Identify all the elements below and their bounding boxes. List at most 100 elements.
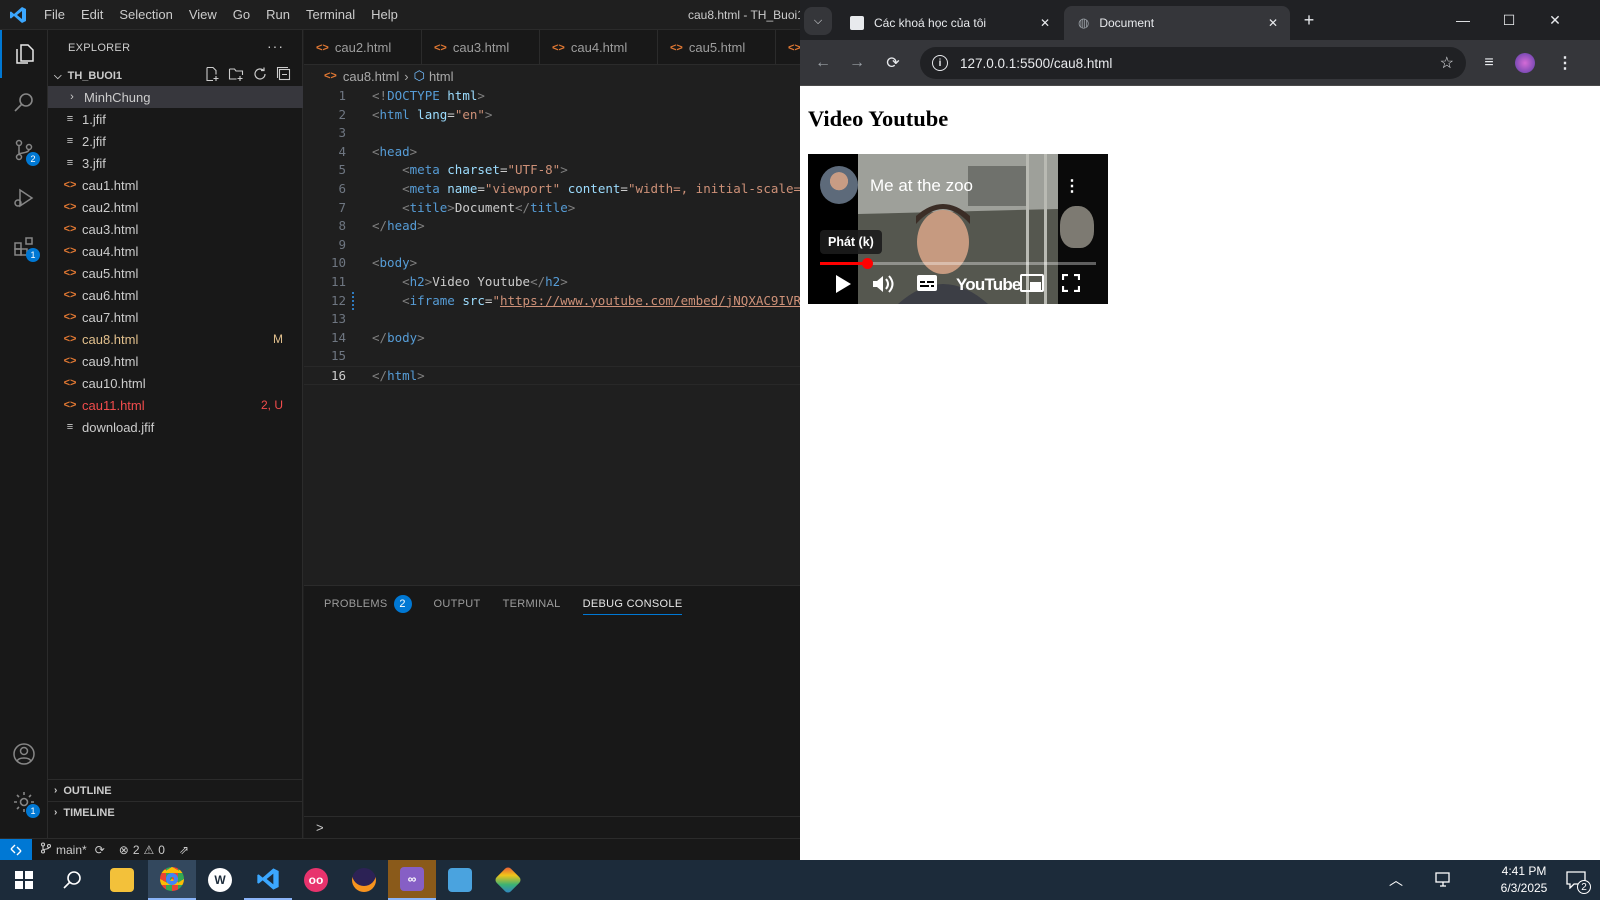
- tab-output[interactable]: OUTPUT: [434, 586, 481, 621]
- maximize-icon[interactable]: ☐: [1486, 0, 1532, 40]
- manage-gear-icon[interactable]: 1: [0, 778, 48, 826]
- timeline-section[interactable]: › TIMELINE: [48, 801, 303, 823]
- source-control-activity-icon[interactable]: 2: [0, 126, 48, 174]
- sync-icon[interactable]: ⟳: [95, 843, 105, 857]
- tab-search-chevron-icon[interactable]: ⌵: [804, 7, 832, 35]
- eclipse-icon[interactable]: [340, 860, 388, 900]
- video-title[interactable]: Me at the zoo: [870, 176, 973, 196]
- breadcrumb-file[interactable]: cau8.html: [343, 69, 399, 84]
- miniplayer-icon[interactable]: [1020, 274, 1044, 297]
- chrome-taskbar-icon[interactable]: [148, 860, 196, 900]
- more-actions-icon[interactable]: ···: [267, 38, 284, 54]
- new-tab-plus-icon[interactable]: +: [1296, 7, 1322, 33]
- close-tab-icon[interactable]: ✕: [1268, 16, 1278, 30]
- profile-avatar[interactable]: [1512, 50, 1538, 76]
- reload-icon[interactable]: ⟳: [880, 50, 906, 76]
- tree-file[interactable]: ≡ 1.jfif: [48, 108, 303, 130]
- tab-cau2[interactable]: <> cau2.html: [304, 30, 422, 64]
- network-icon[interactable]: [1420, 860, 1468, 900]
- fullscreen-icon[interactable]: [1061, 273, 1081, 297]
- menu-go[interactable]: Go: [225, 0, 258, 30]
- youtube-embed[interactable]: Me at the zoo ⋮ Phát (k) YouTube: [808, 154, 1108, 304]
- refresh-icon[interactable]: [252, 66, 268, 85]
- forward-arrow-icon[interactable]: →: [844, 50, 870, 76]
- video-more-icon[interactable]: ⋮: [1064, 176, 1080, 196]
- media-control-icon[interactable]: ≡: [1476, 50, 1502, 76]
- tree-file[interactable]: <> cau6.html: [48, 284, 303, 306]
- tree-file[interactable]: <> cau7.html: [48, 306, 303, 328]
- accounts-icon[interactable]: [0, 730, 48, 778]
- app-oo-icon[interactable]: oo: [292, 860, 340, 900]
- tree-file[interactable]: <> cau1.html: [48, 174, 303, 196]
- vscode-taskbar-icon[interactable]: [244, 860, 292, 900]
- tree-file[interactable]: <> cau5.html: [48, 262, 303, 284]
- notification-center-icon[interactable]: 2: [1552, 860, 1600, 900]
- collapse-all-icon[interactable]: [276, 66, 292, 85]
- new-folder-icon[interactable]: [228, 66, 244, 85]
- tree-folder[interactable]: › MinhChung: [48, 86, 303, 108]
- menu-run[interactable]: Run: [258, 0, 298, 30]
- menu-terminal[interactable]: Terminal: [298, 0, 363, 30]
- menu-selection[interactable]: Selection: [111, 0, 180, 30]
- tree-file[interactable]: <> cau2.html: [48, 196, 303, 218]
- new-file-icon[interactable]: [204, 66, 220, 85]
- extensions-activity-icon[interactable]: 1: [0, 222, 48, 270]
- chrome-tab-courses[interactable]: Các khoá học của tôi ✕: [836, 6, 1062, 40]
- tab-problems[interactable]: PROBLEMS 2: [324, 586, 412, 621]
- tab-terminal[interactable]: TERMINAL: [503, 586, 561, 621]
- tree-file[interactable]: ≡ 3.jfif: [48, 152, 303, 174]
- close-window-icon[interactable]: ✕: [1532, 0, 1578, 40]
- chrome-tab-document[interactable]: ◍ Document ✕: [1064, 6, 1290, 40]
- windows-start-icon[interactable]: [0, 860, 48, 900]
- minimize-icon[interactable]: —: [1440, 0, 1486, 40]
- site-info-icon[interactable]: i: [932, 55, 948, 71]
- tab-overflow[interactable]: <>cau: [776, 30, 800, 64]
- menu-edit[interactable]: Edit: [73, 0, 111, 30]
- app-w-icon[interactable]: W: [196, 860, 244, 900]
- code-editor[interactable]: 1 <!DOCTYPE html> 2 <html lang="en"> 3 4 <h…: [304, 87, 839, 385]
- close-tab-icon[interactable]: ✕: [1040, 16, 1050, 30]
- video-progress-track[interactable]: [820, 258, 1096, 269]
- tab-debug-console[interactable]: DEBUG CONSOLE: [582, 586, 683, 621]
- play-icon[interactable]: [834, 274, 852, 299]
- channel-avatar[interactable]: [820, 166, 858, 204]
- menu-help[interactable]: Help: [363, 0, 406, 30]
- tree-file[interactable]: ≡ 2.jfif: [48, 130, 303, 152]
- breadcrumb-symbol[interactable]: html: [429, 69, 454, 84]
- tree-file[interactable]: <> cau9.html: [48, 350, 303, 372]
- tree-file[interactable]: <> cau10.html: [48, 372, 303, 394]
- search-activity-icon[interactable]: [0, 78, 48, 126]
- remote-indicator-icon[interactable]: [0, 838, 32, 861]
- problems-status[interactable]: ⊗ 2 ⚠ 0: [119, 843, 165, 857]
- chrome-menu-kebab-icon[interactable]: ⋮: [1552, 50, 1578, 76]
- notepad-icon[interactable]: [436, 860, 484, 900]
- tree-file[interactable]: <> cau3.html: [48, 218, 303, 240]
- tab-cau3[interactable]: <> cau3.html: [422, 30, 540, 64]
- git-tool-icon[interactable]: [484, 860, 532, 900]
- tab-cau5[interactable]: <> cau5.html: [658, 30, 776, 64]
- tree-file[interactable]: ≡ download.jfif: [48, 416, 303, 438]
- tree-file[interactable]: <> cau11.html 2, U: [48, 394, 303, 416]
- visual-studio-icon[interactable]: ∞: [388, 860, 436, 900]
- bookmark-star-icon[interactable]: ☆: [1440, 53, 1454, 73]
- code-link[interactable]: https://www.youtube.com/embed/jNQXAC9IVR…: [500, 293, 809, 308]
- address-bar[interactable]: i 127.0.0.1:5500/cau8.html ☆: [920, 47, 1466, 79]
- show-hidden-icons-chevron-icon[interactable]: ︿: [1372, 860, 1420, 900]
- back-arrow-icon[interactable]: ←: [810, 50, 836, 76]
- file-explorer-icon[interactable]: [98, 860, 146, 900]
- branch-status[interactable]: main* ⟳: [40, 842, 105, 857]
- outline-section[interactable]: › OUTLINE: [48, 779, 303, 801]
- menu-view[interactable]: View: [181, 0, 225, 30]
- live-share-icon[interactable]: ⇗: [179, 843, 189, 857]
- run-debug-activity-icon[interactable]: [0, 174, 48, 222]
- captions-icon[interactable]: [916, 274, 938, 297]
- system-clock[interactable]: 4:41 PM 6/3/2025: [1490, 863, 1558, 897]
- volume-icon[interactable]: [872, 274, 894, 299]
- tree-file[interactable]: <> cau8.html M: [48, 328, 303, 350]
- tree-file[interactable]: <> cau4.html: [48, 240, 303, 262]
- explorer-activity-icon[interactable]: [0, 30, 48, 78]
- taskbar-search-icon[interactable]: [48, 860, 96, 900]
- tab-cau4[interactable]: <> cau4.html: [540, 30, 658, 64]
- debug-console-input[interactable]: >: [304, 816, 800, 838]
- youtube-logo[interactable]: YouTube: [956, 275, 1021, 295]
